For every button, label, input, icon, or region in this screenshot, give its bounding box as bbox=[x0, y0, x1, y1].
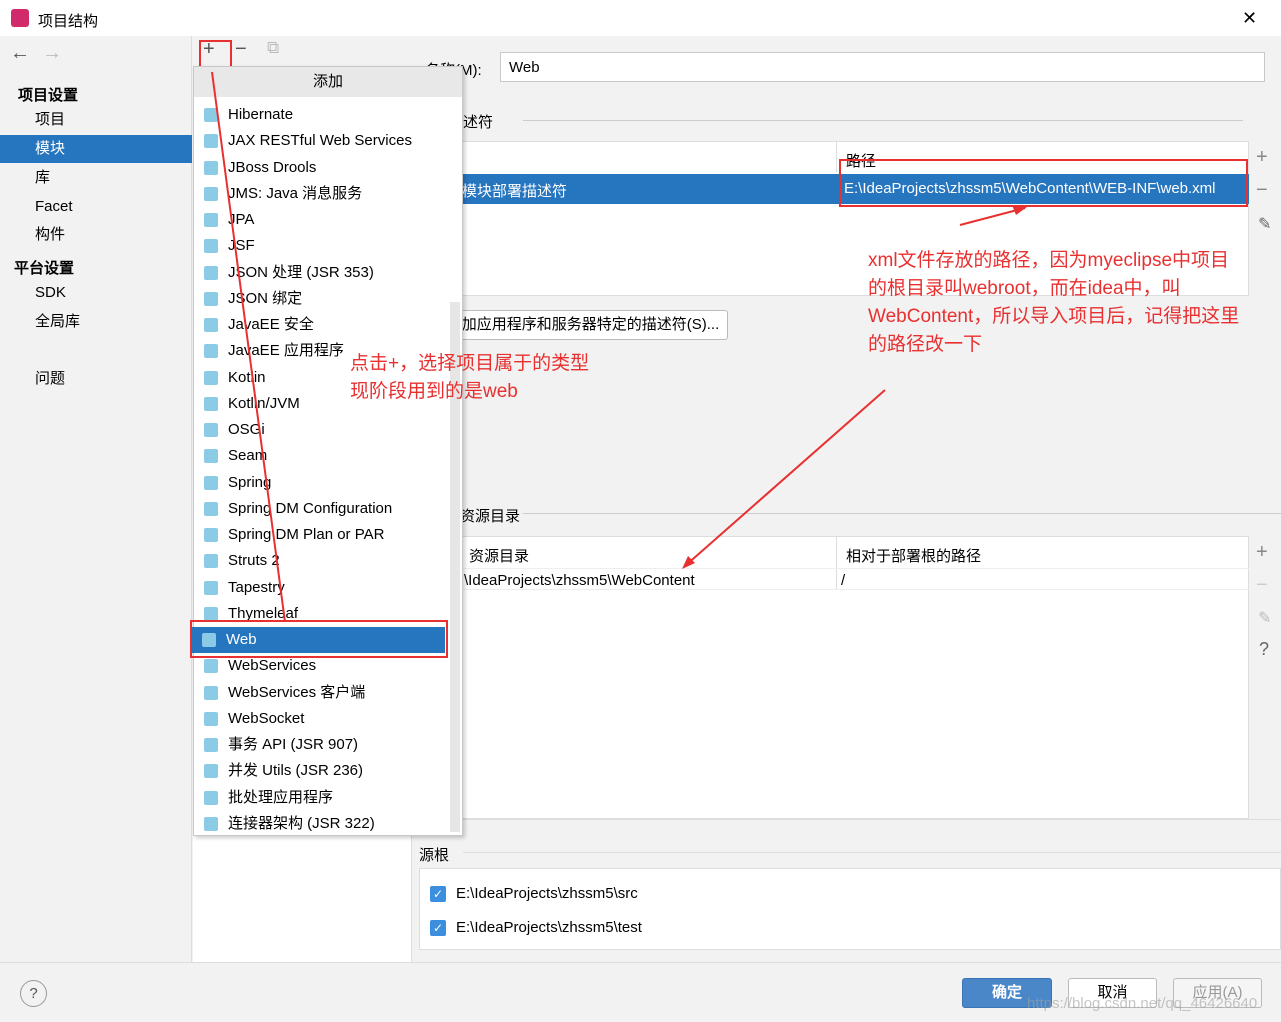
footer: ? 确定 取消 应用(A) https://blog.csdn.net/qq_4… bbox=[0, 962, 1281, 1022]
help-button[interactable]: ? bbox=[20, 980, 47, 1007]
annotation-arrows bbox=[211, 71, 1027, 623]
watermark: https://blog.csdn.net/qq_46426640 bbox=[1027, 995, 1258, 1012]
